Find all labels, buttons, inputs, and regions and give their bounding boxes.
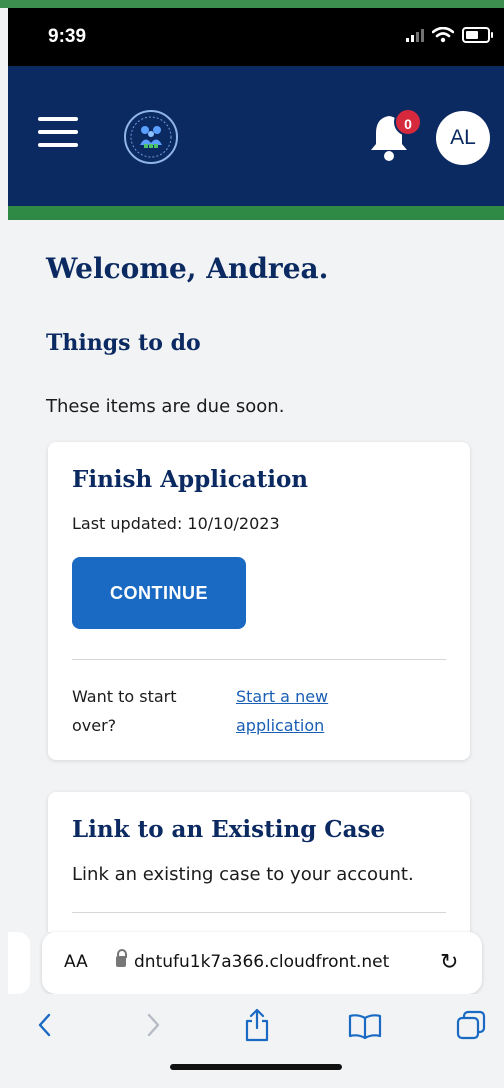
- status-bar: 9:39: [8, 8, 504, 66]
- browser-toolbar: [8, 994, 504, 1088]
- card-divider: [72, 912, 446, 913]
- link-existing-case-card: Link to an Existing Case Link an existin…: [48, 792, 470, 932]
- start-new-application-link[interactable]: Start a new application: [236, 682, 386, 740]
- department-seal-icon[interactable]: [124, 110, 178, 164]
- home-indicator: [170, 1064, 342, 1070]
- finish-application-title: Finish Application: [72, 466, 309, 493]
- wifi-icon: [432, 27, 454, 43]
- chevron-right-icon[interactable]: [142, 1012, 164, 1038]
- link-existing-case-text: Link an existing case to your account.: [72, 864, 414, 885]
- url-text[interactable]: dntufu1k7a366.cloudfront.net: [134, 952, 389, 972]
- phone-screen: 9:39 0 AL Welcome, Andrea. Things to do …: [0, 0, 504, 1088]
- reload-icon[interactable]: ↻: [440, 950, 458, 975]
- app-header: 0 AL: [8, 66, 504, 206]
- last-updated-text: Last updated: 10/10/2023: [72, 514, 280, 533]
- tabs-icon[interactable]: [456, 1010, 486, 1040]
- welcome-heading: Welcome, Andrea.: [46, 252, 329, 285]
- header-green-bar: [8, 206, 504, 220]
- main-content: Welcome, Andrea. Things to do These item…: [8, 220, 504, 932]
- lock-icon: [116, 949, 127, 967]
- user-avatar[interactable]: AL: [436, 111, 490, 165]
- share-icon[interactable]: [244, 1008, 270, 1042]
- finish-application-card: Finish Application Last updated: 10/10/2…: [48, 442, 470, 760]
- chevron-left-icon[interactable]: [34, 1012, 56, 1038]
- top-green-strip: [0, 0, 504, 8]
- things-to-do-subtitle: These items are due soon.: [46, 396, 285, 417]
- link-existing-case-title: Link to an Existing Case: [72, 816, 386, 843]
- browser-address-area: AA dntufu1k7a366.cloudfront.net ↻: [8, 932, 504, 994]
- battery-icon: [462, 27, 493, 43]
- hamburger-menu-button[interactable]: [38, 117, 78, 151]
- previous-tab-edge[interactable]: [8, 932, 30, 994]
- book-icon[interactable]: [348, 1012, 382, 1040]
- text-size-button[interactable]: AA: [64, 952, 88, 972]
- card-divider: [72, 659, 446, 660]
- things-to-do-heading: Things to do: [46, 330, 201, 356]
- status-icons: [406, 27, 493, 43]
- start-over-text: Want to start over?: [72, 687, 177, 735]
- continue-button[interactable]: CONTINUE: [72, 557, 246, 629]
- status-time: 9:39: [48, 26, 87, 47]
- address-bar[interactable]: AA dntufu1k7a366.cloudfront.net ↻: [42, 932, 482, 994]
- notification-badge: 0: [394, 108, 422, 136]
- cellular-signal-icon: [406, 28, 424, 42]
